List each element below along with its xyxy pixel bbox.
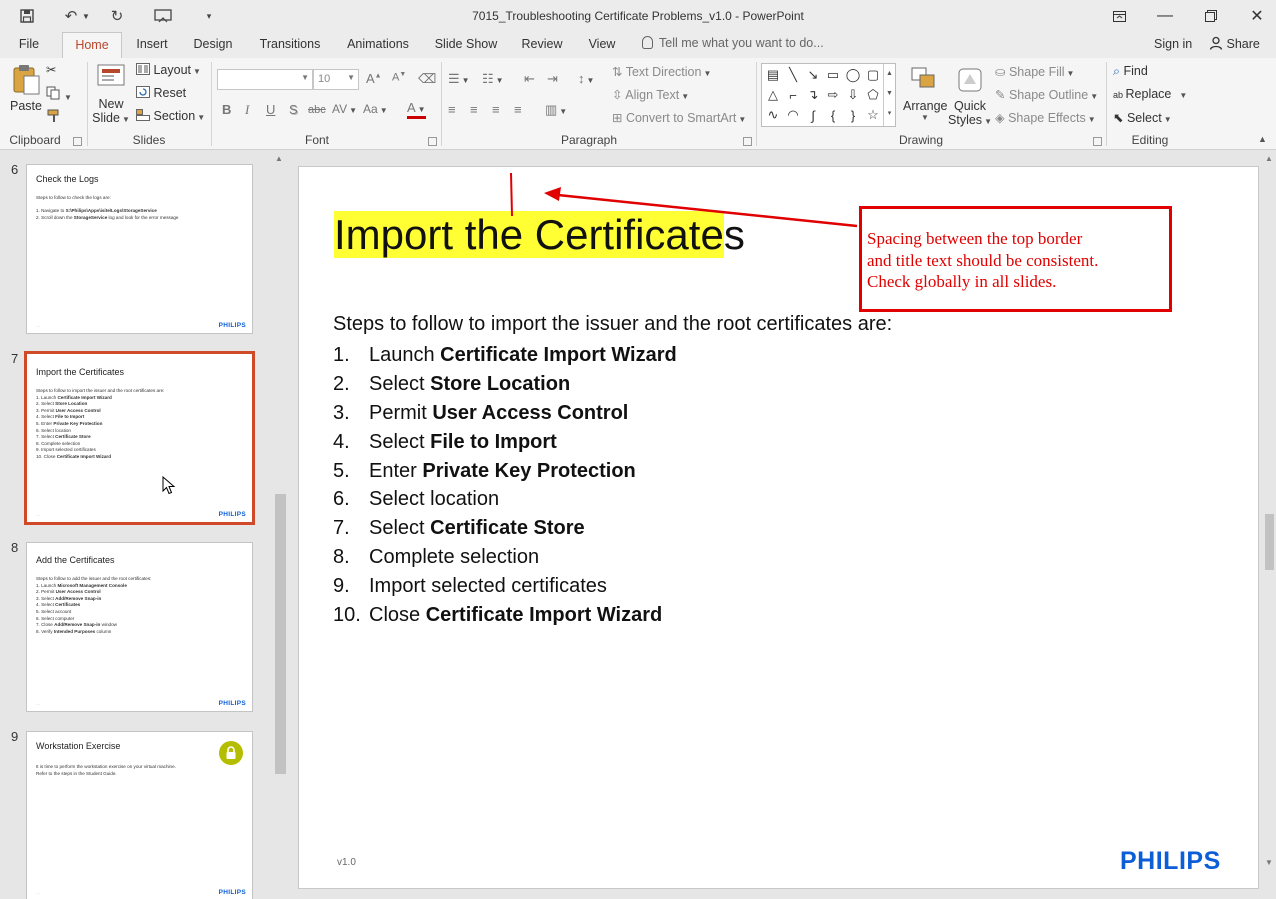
scrollbar-thumb[interactable] bbox=[1265, 514, 1274, 570]
annotation-arrowhead-icon bbox=[544, 187, 561, 201]
scroll-up-icon[interactable]: ▲ bbox=[1265, 154, 1273, 163]
annotation-marker-line bbox=[510, 172, 513, 217]
annotation-overlay bbox=[510, 172, 858, 228]
scroll-down-icon[interactable]: ▼ bbox=[1265, 858, 1273, 867]
annotation-callout: Spacing between the top border and title… bbox=[859, 206, 1172, 312]
annotation-line: and title text should be consistent. bbox=[867, 250, 1099, 270]
annotation-text: Spacing between the top border and title… bbox=[867, 228, 1098, 293]
slide-scrollbar[interactable]: ▲ ▼ bbox=[1263, 151, 1276, 899]
annotation-line: Check globally in all slides. bbox=[867, 272, 1057, 291]
annotation-line: Spacing between the top border bbox=[867, 229, 1083, 248]
annotation-arrow-line bbox=[557, 193, 858, 228]
